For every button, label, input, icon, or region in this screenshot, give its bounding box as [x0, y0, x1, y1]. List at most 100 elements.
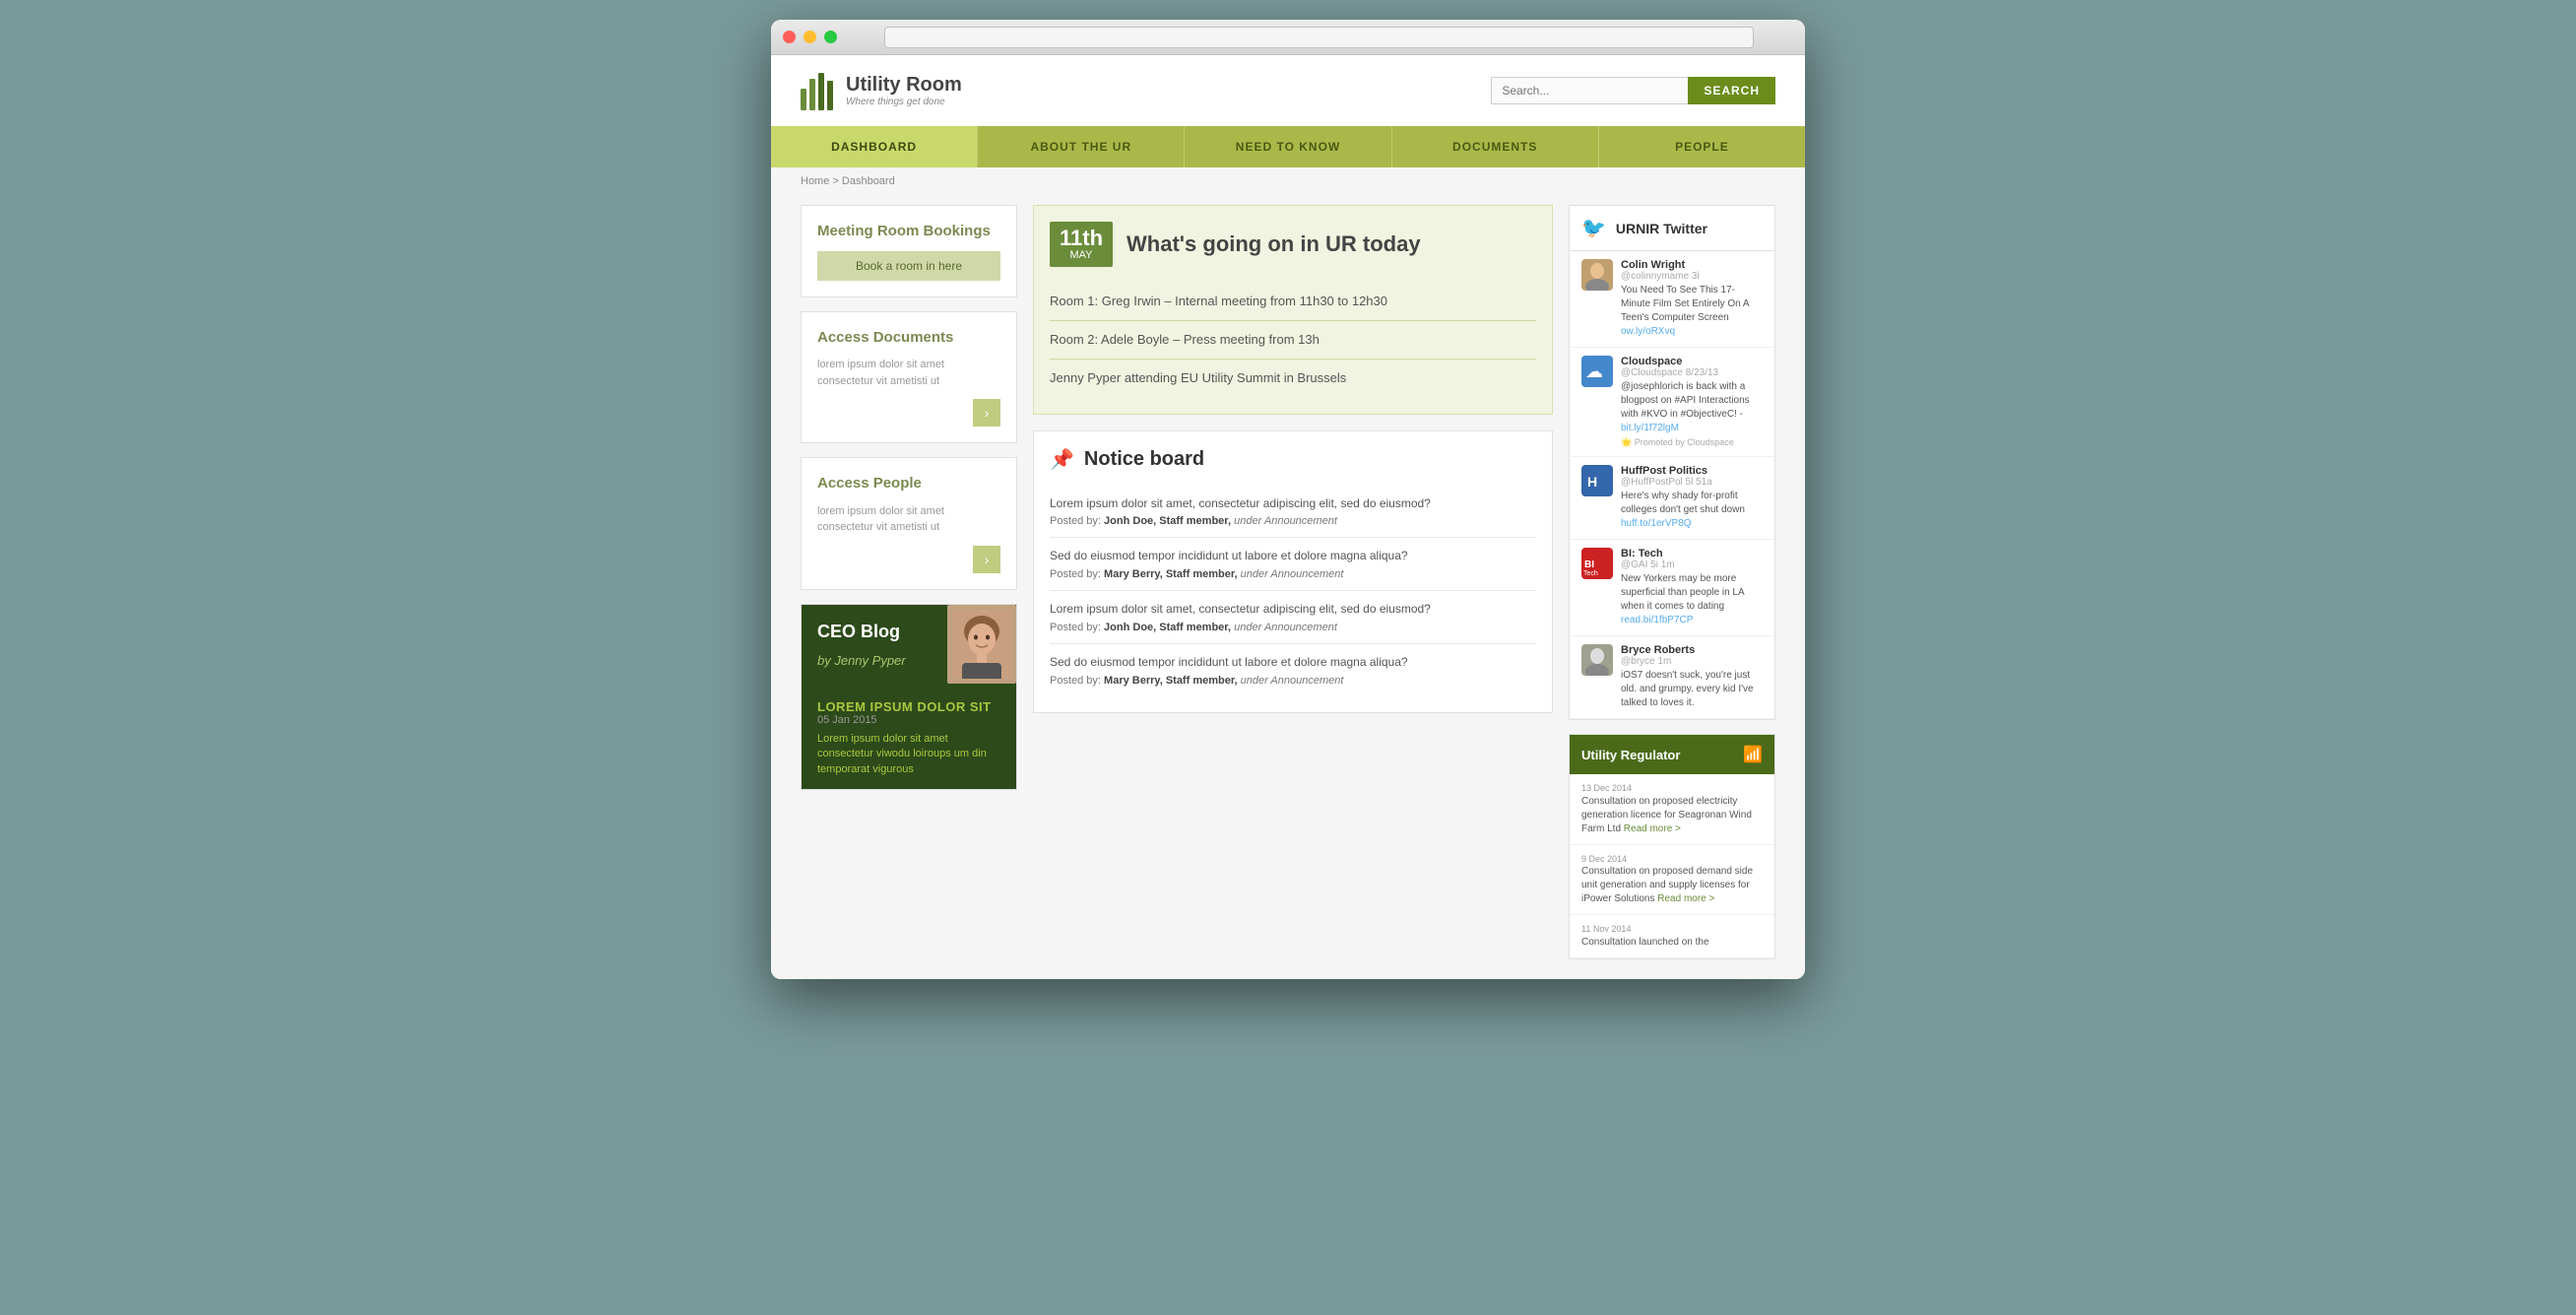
- nav-item-about[interactable]: ABOUT THE UR: [978, 126, 1185, 167]
- notice-post-meta-2: Posted by: Jonh Doe, Staff member, under…: [1050, 622, 1536, 633]
- regulator-item-0: 13 Dec 2014 Consultation on proposed ele…: [1570, 774, 1774, 845]
- access-documents-button[interactable]: ›: [973, 399, 1000, 427]
- main-content: Meeting Room Bookings Book a room in her…: [771, 195, 1805, 979]
- date-month: May: [1060, 249, 1103, 261]
- rss-icon: 📶: [1743, 745, 1763, 764]
- notice-post-text-0: Lorem ipsum dolor sit amet, consectetur …: [1050, 495, 1536, 512]
- svg-text:Tech: Tech: [1583, 570, 1598, 577]
- notice-board-title: Notice board: [1084, 448, 1204, 471]
- tweet-name-1: Cloudspace: [1621, 356, 1763, 367]
- regulator-date-0: 13 Dec 2014: [1581, 782, 1763, 795]
- meeting-room-widget: Meeting Room Bookings Book a room in her…: [801, 205, 1017, 297]
- tweet-item-1: ☁ Cloudspace @Cloudspace 8/23/13 @joseph…: [1570, 348, 1774, 457]
- tweet-text-4: iOS7 doesn't suck, you're just old. and …: [1621, 669, 1763, 710]
- book-room-button[interactable]: Book a room in here: [817, 251, 1000, 281]
- tweet-content-4: Bryce Roberts @bryce 1m iOS7 doesn't suc…: [1621, 644, 1763, 710]
- notice-post-meta-3: Posted by: Mary Berry, Staff member, und…: [1050, 675, 1536, 687]
- left-sidebar: Meeting Room Bookings Book a room in her…: [801, 205, 1017, 959]
- avatar-svg-4: [1581, 644, 1613, 676]
- nav-label-about: ABOUT THE UR: [1030, 140, 1131, 154]
- nav-label-people: PEOPLE: [1675, 140, 1729, 154]
- tweet-name-4: Bryce Roberts: [1621, 644, 1763, 656]
- tweet-text-0: You Need To See This 17-Minute Film Set …: [1621, 284, 1763, 339]
- regulator-header: Utility Regulator 📶: [1570, 735, 1774, 774]
- logo-text-area: Utility Room Where things get done: [846, 74, 962, 107]
- tweet-item-2: H HuffPost Politics @HuffPostPol 5l 51a …: [1570, 457, 1774, 540]
- tweet-avatar-0: [1581, 259, 1613, 291]
- tweet-link-2[interactable]: huff.to/1erVP8Q: [1621, 518, 1692, 529]
- ceo-post-date: 05 Jan 2015: [817, 714, 1000, 726]
- regulator-link-0[interactable]: Read more >: [1624, 823, 1681, 834]
- whats-on-title: What's going on in UR today: [1127, 231, 1421, 257]
- breadcrumb-home[interactable]: Home: [801, 175, 829, 187]
- notice-board: 📌 Notice board Lorem ipsum dolor sit ame…: [1033, 430, 1553, 713]
- access-people-title: Access People: [817, 474, 1000, 493]
- access-people-button[interactable]: ›: [973, 546, 1000, 573]
- nav-label-documents: DOCUMENTS: [1452, 140, 1537, 154]
- tweet-text-3: New Yorkers may be more superficial than…: [1621, 572, 1763, 627]
- tweet-name-3: BI: Tech: [1621, 548, 1763, 559]
- maximize-button[interactable]: [824, 31, 837, 43]
- mac-window: Utility Room Where things get done SEARC…: [771, 20, 1805, 979]
- search-button[interactable]: SEARCH: [1688, 77, 1775, 104]
- address-bar[interactable]: [884, 27, 1754, 48]
- tweet-item-3: BI Tech BI: Tech @GAI 5i 1m New Yorkers …: [1570, 540, 1774, 636]
- tweet-link-3[interactable]: read.bi/1fbP7CP: [1621, 615, 1693, 625]
- site-nav: DASHBOARD ABOUT THE UR NEED TO KNOW DOCU…: [771, 126, 1805, 167]
- whats-on-header: 11th May What's going on in UR today: [1050, 222, 1536, 267]
- search-input[interactable]: [1491, 77, 1688, 104]
- access-documents-title: Access Documents: [817, 328, 1000, 348]
- ceo-post-excerpt: Lorem ipsum dolor sit amet consectetur v…: [817, 732, 1000, 777]
- center-content: 11th May What's going on in UR today Roo…: [1033, 205, 1553, 959]
- svg-text:BI: BI: [1584, 559, 1594, 570]
- nav-item-documents[interactable]: DOCUMENTS: [1392, 126, 1599, 167]
- regulator-link-1[interactable]: Read more >: [1657, 893, 1714, 904]
- ceo-photo: [947, 605, 1016, 684]
- whats-on-box: 11th May What's going on in UR today Roo…: [1033, 205, 1553, 415]
- logo-tagline: Where things get done: [846, 97, 962, 107]
- tweet-item-4: Bryce Roberts @bryce 1m iOS7 doesn't suc…: [1570, 636, 1774, 719]
- search-area: SEARCH: [1491, 77, 1775, 104]
- tweet-item-0: Colin Wright @colinnymame 3i You Need To…: [1570, 251, 1774, 348]
- date-day: 11th: [1060, 228, 1103, 249]
- notice-item-3: Sed do eiusmod tempor incididunt ut labo…: [1050, 644, 1536, 696]
- tweet-content-2: HuffPost Politics @HuffPostPol 5l 51a He…: [1621, 465, 1763, 531]
- notice-board-header: 📌 Notice board: [1050, 447, 1536, 472]
- minimize-button[interactable]: [804, 31, 816, 43]
- meeting-room-title: Meeting Room Bookings: [817, 222, 1000, 241]
- event-item-1: Room 1: Greg Irwin – Internal meeting fr…: [1050, 283, 1536, 321]
- tweet-sponsored-1: 🌟 Promoted by Cloudspace: [1621, 437, 1763, 448]
- tweet-handle-4: @bryce 1m: [1621, 656, 1763, 667]
- close-button[interactable]: [783, 31, 796, 43]
- logo-icon: [801, 71, 836, 110]
- regulator-date-2: 11 Nov 2014: [1581, 923, 1763, 936]
- twitter-widget-title: URNIR Twitter: [1616, 221, 1707, 236]
- tweet-name-2: HuffPost Politics: [1621, 465, 1763, 477]
- logo-svg: [801, 69, 836, 110]
- tweet-content-1: Cloudspace @Cloudspace 8/23/13 @josephlo…: [1621, 356, 1763, 448]
- twitter-bird-icon: 🐦: [1581, 216, 1606, 240]
- nav-item-people[interactable]: PEOPLE: [1599, 126, 1805, 167]
- notice-item-0: Lorem ipsum dolor sit amet, consectetur …: [1050, 486, 1536, 539]
- regulator-widget: Utility Regulator 📶 13 Dec 2014 Consulta…: [1569, 734, 1775, 959]
- tweet-text-1: @josephlorich is back with a blogpost on…: [1621, 380, 1763, 435]
- avatar-svg-3: BI Tech: [1581, 548, 1613, 579]
- nav-item-dashboard[interactable]: DASHBOARD: [771, 126, 978, 167]
- notice-post-meta-0: Posted by: Jonh Doe, Staff member, under…: [1050, 515, 1536, 527]
- regulator-item-2: 11 Nov 2014 Consultation launched on the: [1570, 915, 1774, 958]
- tweet-content-0: Colin Wright @colinnymame 3i You Need To…: [1621, 259, 1763, 339]
- notice-board-icon: 📌: [1050, 447, 1074, 472]
- regulator-item-1: 9 Dec 2014 Consultation on proposed dema…: [1570, 845, 1774, 916]
- tweet-link-1[interactable]: bit.ly/1f72lgM: [1621, 423, 1679, 433]
- breadcrumb-separator: >: [832, 175, 841, 187]
- tweet-text-2: Here's why shady for-profit colleges don…: [1621, 490, 1763, 531]
- ceo-blog-widget: CEO Blog by Jenny Pyper: [801, 604, 1017, 791]
- event-item-3: Jenny Pyper attending EU Utility Summit …: [1050, 360, 1536, 397]
- nav-label-dashboard: DASHBOARD: [831, 140, 917, 154]
- regulator-title: Utility Regulator: [1581, 748, 1680, 762]
- access-people-desc: lorem ipsum dolor sit amet consectetur v…: [817, 503, 1000, 536]
- tweet-avatar-2: H: [1581, 465, 1613, 496]
- tweet-link-0[interactable]: ow.ly/oRXvq: [1621, 326, 1675, 337]
- nav-item-need-to-know[interactable]: NEED TO KNOW: [1185, 126, 1391, 167]
- tweet-handle-2: @HuffPostPol 5l 51a: [1621, 477, 1763, 488]
